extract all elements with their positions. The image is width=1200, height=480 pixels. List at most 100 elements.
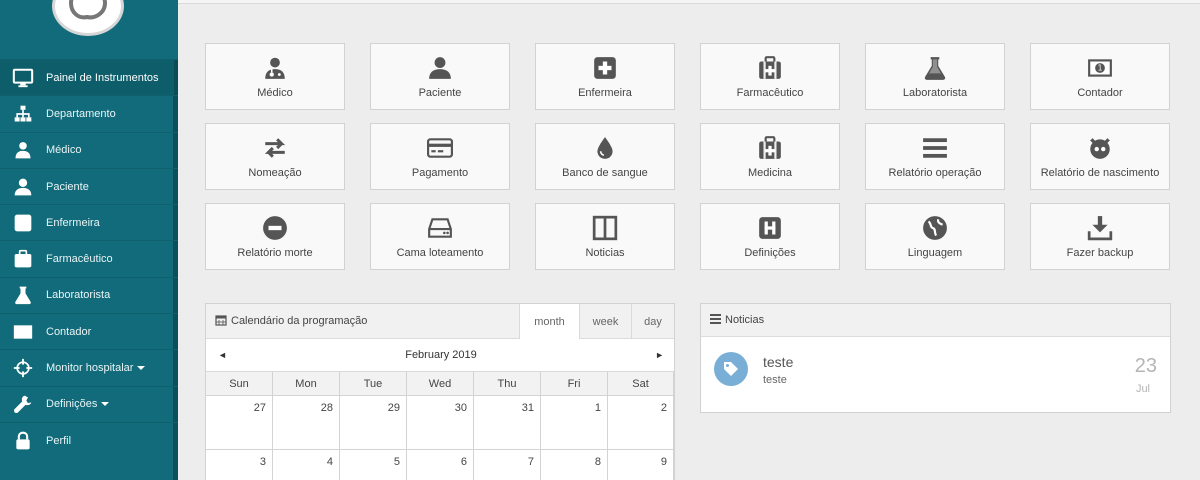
sitemap-icon xyxy=(0,104,46,124)
sidebar-item-label: Definições xyxy=(46,398,98,411)
prev-month-button[interactable]: ◄ xyxy=(218,350,227,360)
sidebar-item-medico[interactable]: Médico xyxy=(0,131,178,168)
money-icon: 1 xyxy=(1087,53,1113,83)
tile-contador[interactable]: 1 Contador xyxy=(1030,43,1170,110)
tile-label: Farmacêutico xyxy=(736,87,804,99)
weekday-header: Wed xyxy=(407,372,474,395)
tile-relatorio-operacao[interactable]: Relatório operação xyxy=(865,123,1005,190)
tile-label: Relatório operação xyxy=(888,167,982,179)
calendar-nav: ◄ February 2019 ► xyxy=(206,339,674,372)
hdd-icon xyxy=(427,213,453,243)
calendar-day-cell[interactable]: 3 xyxy=(206,450,273,480)
user-icon xyxy=(0,177,46,197)
tile-fazer-backup[interactable]: Fazer backup xyxy=(1030,203,1170,270)
medkit-icon xyxy=(757,53,783,83)
tile-definicoes[interactable]: Definições xyxy=(700,203,840,270)
calendar-day-cell[interactable]: 7 xyxy=(474,450,541,480)
calendar-weekday-header: Sun Mon Tue Wed Thu Fri Sat xyxy=(206,372,674,396)
github-icon xyxy=(1087,133,1113,163)
sidebar-item-definicoes[interactable]: Definições xyxy=(0,385,178,422)
calendar-panel: Calendário da programação month week day… xyxy=(205,303,675,480)
tile-laboratorista[interactable]: Laboratorista xyxy=(865,43,1005,110)
sidebar-item-paciente[interactable]: Paciente xyxy=(0,167,178,204)
next-month-button[interactable]: ► xyxy=(655,350,664,360)
calendar-week-row: 3456789 xyxy=(206,450,674,480)
calendar-day-cell[interactable]: 28 xyxy=(273,396,340,449)
calendar-day-cell[interactable]: 1 xyxy=(541,396,608,449)
tile-linguagem[interactable]: Linguagem xyxy=(865,203,1005,270)
tile-label: Noticias xyxy=(585,247,625,259)
calendar-title: Calendário da programação xyxy=(215,314,367,329)
svg-text:1: 1 xyxy=(1098,64,1103,73)
weekday-header: Fri xyxy=(541,372,608,395)
sidebar-item-label: Médico xyxy=(46,144,82,157)
tile-medico[interactable]: Médico xyxy=(205,43,345,110)
news-item-description: teste xyxy=(763,374,787,386)
tab-day[interactable]: day xyxy=(631,304,674,339)
sidebar-item-laboratorista[interactable]: Laboratorista xyxy=(0,276,178,313)
calendar-view-tabs: month week day xyxy=(519,304,674,339)
medkit-icon xyxy=(0,249,46,269)
calendar-day-cell[interactable]: 30 xyxy=(407,396,474,449)
globe-icon xyxy=(922,213,948,243)
flask-icon xyxy=(0,285,46,305)
sidebar-item-enfermeira[interactable]: Enfermeira xyxy=(0,204,178,240)
calendar-day-cell[interactable]: 8 xyxy=(541,450,608,480)
calendar-day-cell[interactable]: 31 xyxy=(474,396,541,449)
tile-label: Médico xyxy=(257,87,293,99)
calendar-day-cell[interactable]: 29 xyxy=(340,396,407,449)
svg-text:1: 1 xyxy=(21,330,25,336)
weekday-header: Mon xyxy=(273,372,340,395)
news-header: Noticias xyxy=(701,304,1170,337)
tile-label: Relatório morte xyxy=(237,247,313,259)
tile-relatorio-de-nascimento[interactable]: Relatório de nascimento xyxy=(1030,123,1170,190)
calendar-day-cell[interactable]: 4 xyxy=(273,450,340,480)
tile-relatorio-morte[interactable]: Relatório morte xyxy=(205,203,345,270)
app-logo[interactable] xyxy=(52,0,124,36)
tile-banco-de-sangue[interactable]: Banco de sangue xyxy=(535,123,675,190)
news-item[interactable]: teste teste 23 Jul xyxy=(701,337,1170,413)
tile-nomeacao[interactable]: Nomeação xyxy=(205,123,345,190)
sidebar-item-painel-de-instrumentos[interactable]: Painel de Instrumentos xyxy=(0,59,178,96)
tile-farmaceutico[interactable]: Farmacêutico xyxy=(700,43,840,110)
sidebar-item-departamento[interactable]: Departamento xyxy=(0,95,178,131)
sidebar-item-monitor-hospitalar[interactable]: Monitor hospitalar xyxy=(0,349,178,385)
doctor-icon xyxy=(262,53,288,83)
tab-week[interactable]: week xyxy=(579,304,631,339)
calendar-day-cell[interactable]: 5 xyxy=(340,450,407,480)
monitor-icon xyxy=(0,67,46,89)
calendar-title-text: Calendário da programação xyxy=(231,315,368,327)
calendar-grid: 27 28 29 30 31 1 2 3 4 5 6 7 8 9 xyxy=(206,396,674,480)
main-content: Médico Paciente Enfermeira Farmacêutico Labo… xyxy=(178,0,1200,480)
doctor-icon xyxy=(0,140,46,160)
bars-icon xyxy=(922,133,948,163)
sidebar-nav: Painel de Instrumentos Departamento Médico… xyxy=(0,59,178,458)
calendar-day-cell[interactable]: 6 xyxy=(407,450,474,480)
sidebar-item-contador[interactable]: 1 Contador xyxy=(0,313,178,349)
tile-label: Banco de sangue xyxy=(562,167,648,179)
tile-label: Definições xyxy=(744,247,796,259)
flask-icon xyxy=(922,53,948,83)
logo-area xyxy=(0,0,178,59)
tag-icon xyxy=(714,352,748,386)
tile-label: Contador xyxy=(1077,87,1123,99)
tile-cama-loteamento[interactable]: Cama loteamento xyxy=(370,203,510,270)
sidebar-item-farmaceutico[interactable]: Farmacêutico xyxy=(0,240,178,276)
news-item-title: teste xyxy=(763,354,794,370)
tab-month[interactable]: month xyxy=(519,304,579,339)
sidebar-item-perfil[interactable]: Perfil xyxy=(0,421,178,458)
tile-label: Nomeação xyxy=(248,167,302,179)
tile-label: Enfermeira xyxy=(578,87,632,99)
calendar-day-cell[interactable]: 9 xyxy=(608,450,674,480)
calendar-day-cell[interactable]: 2 xyxy=(608,396,674,449)
tile-pagamento[interactable]: Pagamento xyxy=(370,123,510,190)
sidebar-item-label: Contador xyxy=(46,325,92,338)
wrench-icon xyxy=(0,394,46,414)
lock-icon xyxy=(0,431,46,451)
tile-medicina[interactable]: Medicina xyxy=(700,123,840,190)
tile-noticias[interactable]: Noticias xyxy=(535,203,675,270)
calendar-day-cell[interactable]: 27 xyxy=(206,396,273,449)
tile-enfermeira[interactable]: Enfermeira xyxy=(535,43,675,110)
medkit-icon xyxy=(757,133,783,163)
tile-paciente[interactable]: Paciente xyxy=(370,43,510,110)
